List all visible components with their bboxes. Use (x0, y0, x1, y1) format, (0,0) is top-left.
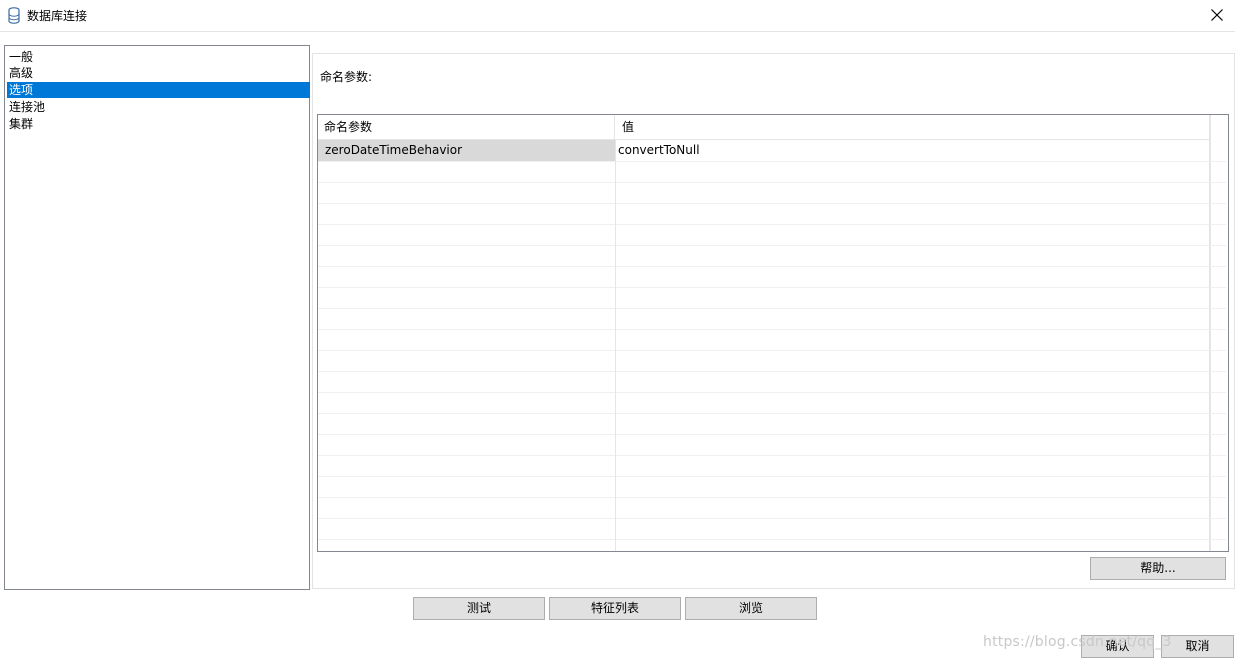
param-name-cell[interactable] (318, 287, 616, 308)
param-name-cell[interactable] (318, 245, 616, 266)
category-list: 一般 高级 选项 连接池 集群 (4, 45, 310, 590)
param-name-cell[interactable] (318, 266, 616, 287)
nav-item-advanced[interactable]: 高级 (7, 65, 310, 81)
param-value-cell[interactable] (616, 455, 1210, 476)
table-row[interactable] (318, 245, 1226, 267)
param-name-cell[interactable] (318, 434, 616, 455)
nav-item-cluster[interactable]: 集群 (7, 116, 310, 132)
table-row[interactable] (318, 392, 1226, 414)
param-name-cell[interactable]: zeroDateTimeBehavior (318, 140, 616, 161)
param-value-cell[interactable] (616, 161, 1210, 182)
test-button[interactable]: 测试 (413, 597, 545, 620)
param-name-cell[interactable] (318, 182, 616, 203)
named-params-label: 命名参数: (320, 70, 373, 84)
param-value-cell[interactable] (616, 392, 1210, 413)
table-row[interactable] (318, 539, 1226, 551)
table-row[interactable] (318, 455, 1226, 477)
column-header-value[interactable]: 值 (616, 115, 1210, 139)
param-value-cell[interactable] (616, 539, 1210, 551)
nav-item-options[interactable]: 选项 (7, 82, 310, 98)
table-row[interactable]: zeroDateTimeBehavior convertToNull (318, 140, 1226, 162)
table-row[interactable] (318, 518, 1226, 540)
table-row[interactable] (318, 308, 1226, 330)
table-row[interactable] (318, 371, 1226, 393)
table-row[interactable] (318, 350, 1226, 372)
nav-item-connection-pool[interactable]: 连接池 (7, 99, 310, 115)
param-value-cell[interactable] (616, 203, 1210, 224)
table-row[interactable] (318, 266, 1226, 288)
table-row[interactable] (318, 497, 1226, 519)
feature-list-button[interactable]: 特征列表 (549, 597, 681, 620)
param-value-cell[interactable] (616, 245, 1210, 266)
param-value-cell[interactable] (616, 518, 1210, 539)
column-header-name[interactable]: 命名参数 (318, 115, 615, 139)
window-title: 数据库连接 (27, 9, 88, 23)
param-value-cell[interactable] (616, 182, 1210, 203)
param-name-cell[interactable] (318, 203, 616, 224)
help-button[interactable]: 帮助... (1090, 557, 1226, 580)
param-name-cell[interactable] (318, 413, 616, 434)
table-row[interactable] (318, 287, 1226, 309)
grid-header: 命名参数 值 (318, 115, 1210, 140)
param-name-cell[interactable] (318, 497, 616, 518)
param-name-cell[interactable] (318, 476, 616, 497)
nav-item-general[interactable]: 一般 (7, 49, 310, 65)
param-name-cell[interactable] (318, 224, 616, 245)
close-icon (1211, 9, 1223, 21)
table-row[interactable] (318, 182, 1226, 204)
table-row[interactable] (318, 161, 1226, 183)
param-name-cell[interactable] (318, 308, 616, 329)
close-button[interactable] (1199, 0, 1235, 31)
browse-button[interactable]: 浏览 (685, 597, 817, 620)
table-row[interactable] (318, 203, 1226, 225)
param-value-cell[interactable] (616, 329, 1210, 350)
cancel-button[interactable]: 取消 (1161, 635, 1234, 658)
param-value-cell[interactable] (616, 413, 1210, 434)
param-value-cell[interactable] (616, 308, 1210, 329)
table-row[interactable] (318, 476, 1226, 498)
param-value-cell[interactable] (616, 434, 1210, 455)
param-value-cell[interactable] (616, 371, 1210, 392)
named-params-grid: 命名参数 值 zeroDateTimeBehavior convertToNul… (317, 114, 1229, 552)
param-name-cell[interactable] (318, 539, 616, 551)
param-value-cell[interactable] (616, 224, 1210, 245)
param-value-cell[interactable] (616, 497, 1210, 518)
param-name-cell[interactable] (318, 392, 616, 413)
param-name-cell[interactable] (318, 455, 616, 476)
table-row[interactable] (318, 329, 1226, 351)
param-value-cell[interactable]: convertToNull (616, 140, 1210, 161)
database-icon (8, 7, 20, 24)
param-name-cell[interactable] (318, 161, 616, 182)
table-row[interactable] (318, 413, 1226, 435)
table-row[interactable] (318, 434, 1226, 456)
param-value-cell[interactable] (616, 266, 1210, 287)
table-row[interactable] (318, 224, 1226, 246)
param-value-cell[interactable] (616, 350, 1210, 371)
param-name-cell[interactable] (318, 329, 616, 350)
param-value-cell[interactable] (616, 287, 1210, 308)
param-name-cell[interactable] (318, 371, 616, 392)
param-value-cell[interactable] (616, 476, 1210, 497)
param-name-cell[interactable] (318, 350, 616, 371)
watermark-text: https://blog.csdn.net/qq_3 (983, 634, 1172, 650)
param-name-cell[interactable] (318, 518, 616, 539)
title-bar: 数据库连接 (0, 0, 1235, 32)
